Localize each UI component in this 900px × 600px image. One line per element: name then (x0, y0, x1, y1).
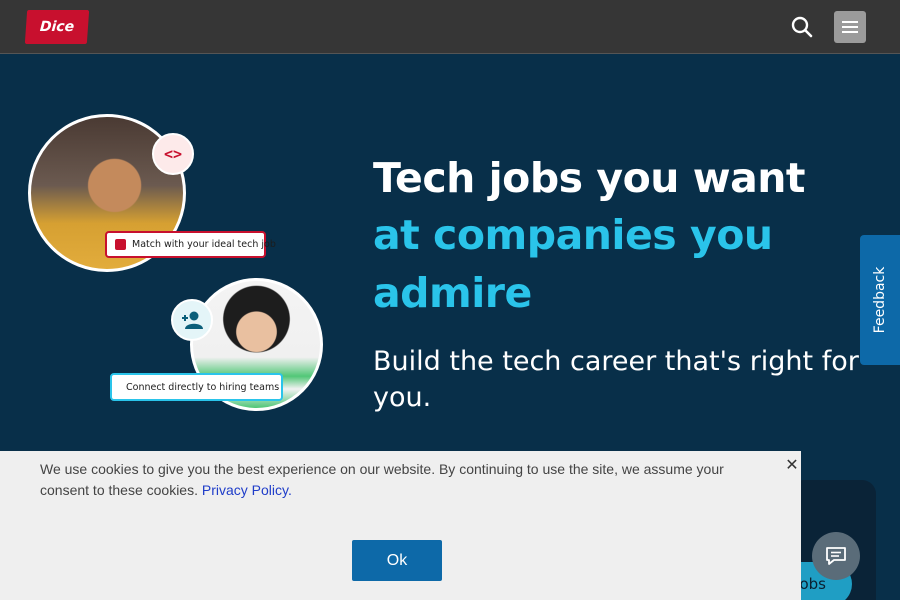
add-person-icon (171, 299, 213, 341)
search-icon (791, 16, 813, 38)
hamburger-icon (842, 31, 858, 33)
headline-line-3: admire (373, 269, 532, 317)
hamburger-icon (842, 26, 858, 28)
dice-logo[interactable]: Dice (24, 10, 90, 44)
hamburger-icon (842, 21, 858, 23)
connect-pill-label: Connect directly to hiring teams (126, 381, 280, 393)
chat-icon (826, 547, 846, 565)
cookie-ok-button[interactable]: Ok (352, 540, 442, 581)
hero-subheadline: Build the tech career that's right for y… (373, 346, 859, 413)
feedback-label: Feedback (872, 266, 888, 334)
code-icon: <> (152, 133, 194, 175)
connect-pill: Connect directly to hiring teams (110, 373, 283, 401)
cookie-banner: We use cookies to give you the best expe… (0, 451, 801, 600)
search-button[interactable] (790, 15, 814, 39)
feedback-tab[interactable]: Feedback (860, 235, 900, 365)
chat-button[interactable] (812, 532, 860, 580)
match-pill: Match with your ideal tech job (105, 231, 276, 258)
headline-line-2: at companies you (373, 211, 773, 259)
top-navigation-bar: Dice (0, 0, 900, 54)
dice-mark-icon (115, 239, 126, 250)
close-icon[interactable]: ✕ (784, 457, 800, 473)
menu-button[interactable] (834, 11, 866, 43)
cookie-text: We use cookies to give you the best expe… (40, 461, 724, 498)
headline-line-1: Tech jobs you want (373, 154, 806, 202)
match-pill-label: Match with your ideal tech job (132, 239, 276, 250)
cookie-message: We use cookies to give you the best expe… (40, 459, 760, 501)
privacy-policy-link[interactable]: Privacy Policy. (202, 482, 292, 498)
